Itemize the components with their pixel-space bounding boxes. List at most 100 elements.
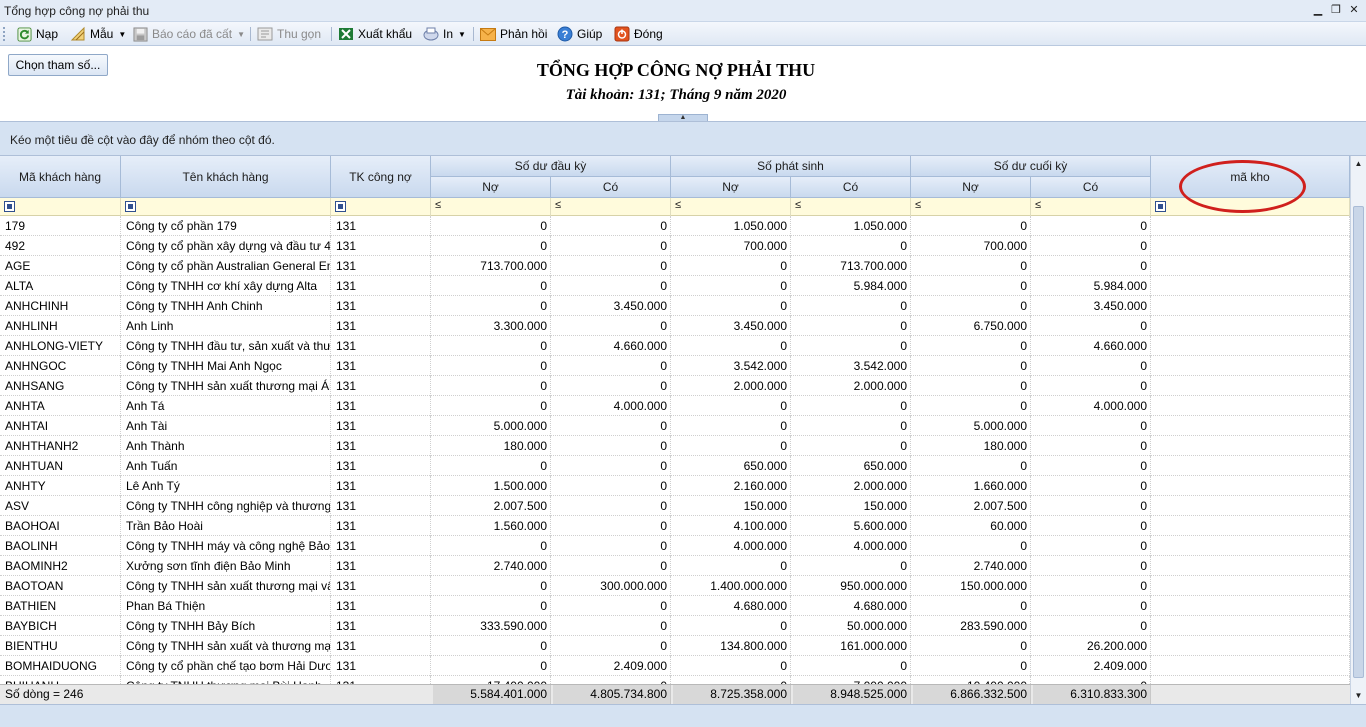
cell-closing-debit[interactable]: 0 <box>911 456 1031 476</box>
cell-opening-credit[interactable]: 0 <box>551 616 671 636</box>
cell-closing-debit[interactable]: 0 <box>911 336 1031 356</box>
cell-account[interactable]: 131 <box>331 316 431 336</box>
cell-customer-code[interactable]: BOMHAIDUONG <box>0 656 121 676</box>
cell-movement-debit[interactable]: 2.160.000 <box>671 476 791 496</box>
template-dropdown[interactable]: Mẫu ▼ <box>70 25 126 43</box>
cell-opening-debit[interactable]: 180.000 <box>431 436 551 456</box>
cell-movement-credit[interactable]: 50.000.000 <box>791 616 911 636</box>
cell-warehouse-code[interactable] <box>1151 296 1350 316</box>
cell-opening-credit[interactable]: 0 <box>551 536 671 556</box>
col-band-opening[interactable]: Số dư đầu kỳ <box>431 156 671 177</box>
scroll-thumb[interactable] <box>1353 206 1364 678</box>
cell-movement-credit[interactable]: 5.984.000 <box>791 276 911 296</box>
cell-account[interactable]: 131 <box>331 236 431 256</box>
cell-opening-debit[interactable]: 2.007.500 <box>431 496 551 516</box>
cell-warehouse-code[interactable] <box>1151 376 1350 396</box>
cell-movement-debit[interactable]: 134.800.000 <box>671 636 791 656</box>
cell-closing-credit[interactable]: 0 <box>1031 256 1151 276</box>
cell-movement-debit[interactable]: 700.000 <box>671 236 791 256</box>
table-row[interactable]: BAOLINH Công ty TNHH máy và công nghệ Bảo… <box>0 536 1350 556</box>
cell-closing-credit[interactable]: 0 <box>1031 416 1151 436</box>
cell-closing-debit[interactable]: 0 <box>911 596 1031 616</box>
table-row[interactable]: ANHTY Lê Anh Tý 131 1.500.000 0 2.160.000 2.00… <box>0 476 1350 496</box>
close-button[interactable]: Đóng <box>614 25 663 43</box>
cell-account[interactable]: 131 <box>331 616 431 636</box>
cell-closing-debit[interactable]: 6.750.000 <box>911 316 1031 336</box>
cell-opening-credit[interactable]: 300.000.000 <box>551 576 671 596</box>
cell-opening-credit[interactable]: 3.450.000 <box>551 296 671 316</box>
cell-opening-debit[interactable]: 17.400.000 <box>431 676 551 684</box>
cell-account[interactable]: 131 <box>331 296 431 316</box>
group-by-panel[interactable]: Kéo một tiêu đề cột vào đây để nhóm theo… <box>0 121 1366 156</box>
cell-movement-debit[interactable]: 150.000 <box>671 496 791 516</box>
cell-closing-credit[interactable]: 0 <box>1031 436 1151 456</box>
cell-closing-credit[interactable]: 3.450.000 <box>1031 296 1151 316</box>
table-row[interactable]: ANHNGOC Công ty TNHH Mai Anh Ngọc 131 0 0 3.5… <box>0 356 1350 376</box>
cell-customer-name[interactable]: Công ty TNHH Anh Chinh <box>121 296 331 316</box>
cell-warehouse-code[interactable] <box>1151 556 1350 576</box>
cell-closing-credit[interactable]: 0 <box>1031 616 1151 636</box>
col-header-warehouse-code[interactable]: mã kho <box>1151 156 1350 198</box>
cell-movement-credit[interactable]: 161.000.000 <box>791 636 911 656</box>
cell-movement-credit[interactable]: 0 <box>791 296 911 316</box>
cell-closing-credit[interactable]: 0 <box>1031 316 1151 336</box>
cell-opening-credit[interactable]: 0 <box>551 676 671 684</box>
cell-movement-credit[interactable]: 1.050.000 <box>791 216 911 236</box>
cell-customer-code[interactable]: BATHIEN <box>0 596 121 616</box>
collapse-button[interactable]: Thu gọn <box>257 25 321 43</box>
col-header-opening-debit[interactable]: Nợ <box>431 177 551 198</box>
col-header-movement-debit[interactable]: Nợ <box>671 177 791 198</box>
cell-opening-credit[interactable]: 0 <box>551 256 671 276</box>
cell-customer-name[interactable]: Công ty TNHH máy và công nghệ Bảo L <box>121 536 331 556</box>
cell-customer-name[interactable]: Công ty TNHH thương mại Bùi Hạnh <box>121 676 331 684</box>
cell-movement-credit[interactable]: 0 <box>791 396 911 416</box>
cell-warehouse-code[interactable] <box>1151 536 1350 556</box>
cell-closing-credit[interactable]: 5.984.000 <box>1031 276 1151 296</box>
cell-customer-name[interactable]: Công ty TNHH sản xuất thương mại vậ <box>121 576 331 596</box>
col-header-movement-credit[interactable]: Có <box>791 177 911 198</box>
cell-closing-debit[interactable]: 283.590.000 <box>911 616 1031 636</box>
cell-closing-debit[interactable]: 0 <box>911 276 1031 296</box>
cell-warehouse-code[interactable] <box>1151 336 1350 356</box>
cell-movement-credit[interactable]: 0 <box>791 556 911 576</box>
cell-opening-credit[interactable]: 0 <box>551 556 671 576</box>
cell-movement-credit[interactable]: 3.542.000 <box>791 356 911 376</box>
collapse-header-tab[interactable]: ▲ <box>658 114 708 121</box>
cell-opening-credit[interactable]: 0 <box>551 516 671 536</box>
cell-closing-credit[interactable]: 2.409.000 <box>1031 656 1151 676</box>
cell-opening-debit[interactable]: 0 <box>431 396 551 416</box>
cell-closing-credit[interactable]: 0 <box>1031 536 1151 556</box>
cell-account[interactable]: 131 <box>331 636 431 656</box>
table-row[interactable]: ASV Công ty TNHH công nghiệp và thương 131… <box>0 496 1350 516</box>
cell-customer-code[interactable]: BIENTHU <box>0 636 121 656</box>
col-header-opening-credit[interactable]: Có <box>551 177 671 198</box>
cell-customer-code[interactable]: ASV <box>0 496 121 516</box>
cell-movement-credit[interactable]: 0 <box>791 336 911 356</box>
cell-opening-debit[interactable]: 0 <box>431 636 551 656</box>
cell-warehouse-code[interactable] <box>1151 576 1350 596</box>
minimize-button[interactable]: ▁ <box>1310 3 1326 17</box>
cell-closing-debit[interactable]: 700.000 <box>911 236 1031 256</box>
cell-movement-credit[interactable]: 0 <box>791 316 911 336</box>
cell-opening-debit[interactable]: 0 <box>431 576 551 596</box>
cell-account[interactable]: 131 <box>331 336 431 356</box>
cell-closing-debit[interactable]: 5.000.000 <box>911 416 1031 436</box>
cell-movement-credit[interactable]: 150.000 <box>791 496 911 516</box>
table-row[interactable]: 492 Công ty cổ phần xây dựng và đầu tư 49… <box>0 236 1350 256</box>
cell-account[interactable]: 131 <box>331 536 431 556</box>
cell-warehouse-code[interactable] <box>1151 216 1350 236</box>
cell-customer-name[interactable]: Phan Bá Thiện <box>121 596 331 616</box>
cell-customer-name[interactable]: Công ty TNHH công nghiệp và thương <box>121 496 331 516</box>
cell-movement-credit[interactable]: 7.000.000 <box>791 676 911 684</box>
cell-closing-debit[interactable]: 0 <box>911 256 1031 276</box>
filter-cell-opening-debit[interactable]: ≤ <box>431 198 551 216</box>
cell-movement-credit[interactable]: 713.700.000 <box>791 256 911 276</box>
cell-closing-credit[interactable]: 0 <box>1031 496 1151 516</box>
cell-opening-credit[interactable]: 0 <box>551 216 671 236</box>
cell-opening-debit[interactable]: 0 <box>431 336 551 356</box>
cell-customer-code[interactable]: ANHTY <box>0 476 121 496</box>
cell-closing-debit[interactable]: 60.000 <box>911 516 1031 536</box>
cell-warehouse-code[interactable] <box>1151 456 1350 476</box>
cell-opening-credit[interactable]: 0 <box>551 236 671 256</box>
cell-customer-name[interactable]: Anh Linh <box>121 316 331 336</box>
